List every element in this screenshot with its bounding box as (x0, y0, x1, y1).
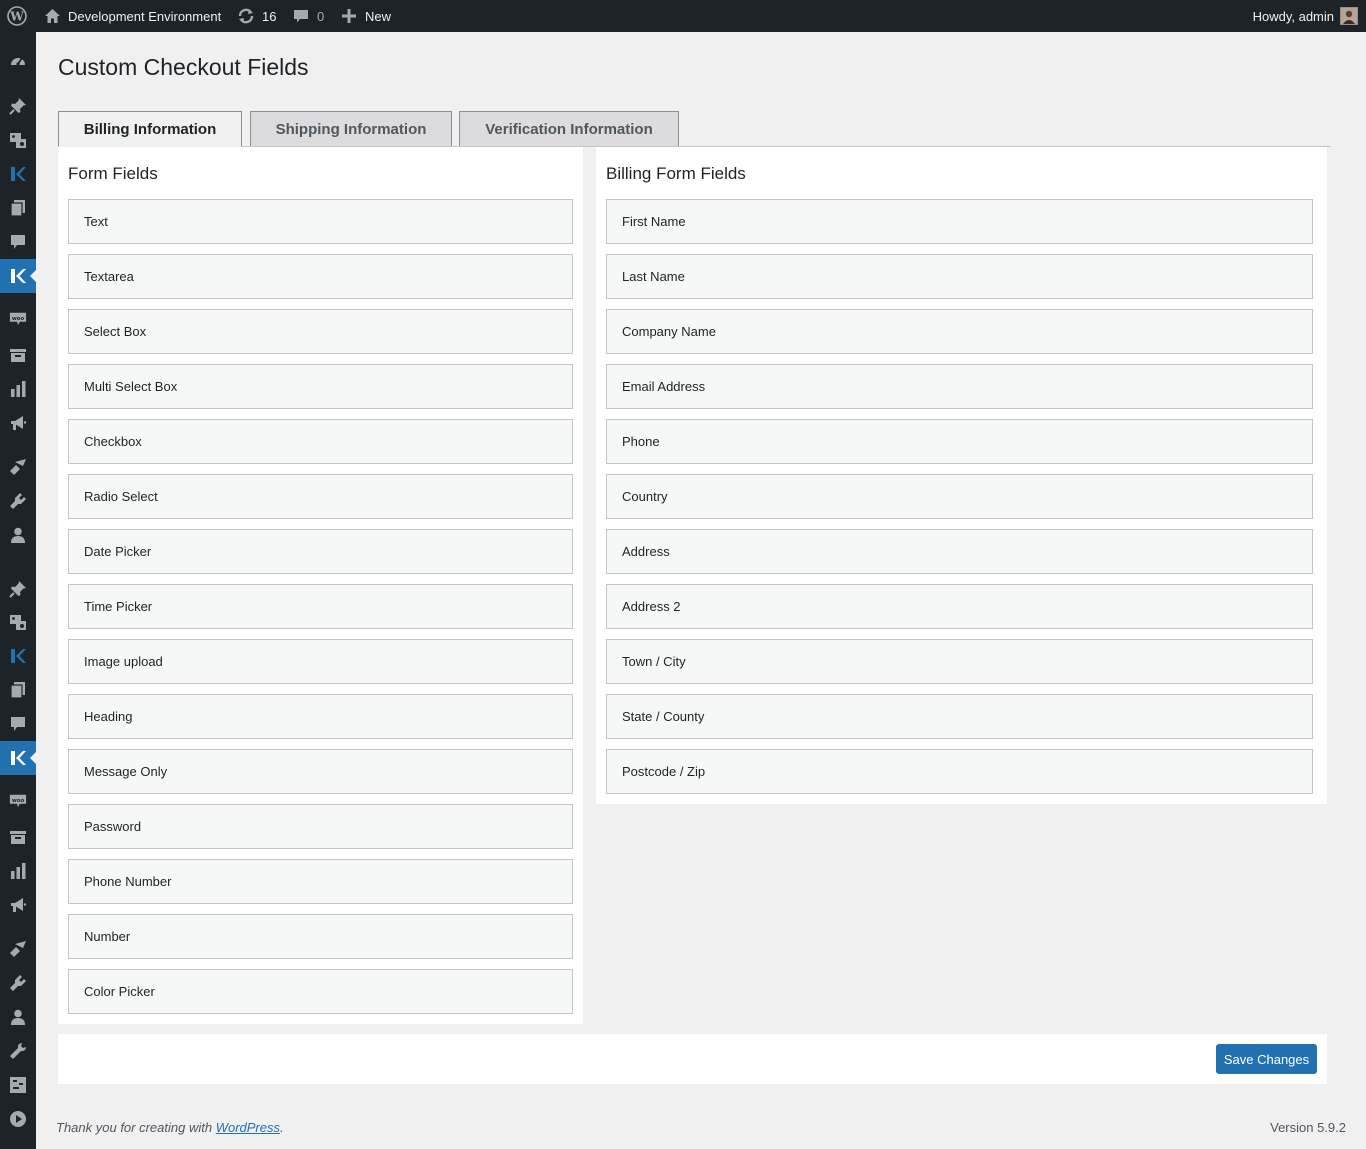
site-name: Development Environment (68, 8, 222, 24)
field-type-checkbox[interactable]: Checkbox (68, 419, 573, 464)
plugins-icon[interactable] (0, 484, 36, 518)
plugin-k-icon[interactable] (0, 259, 36, 293)
field-type-text[interactable]: Text (68, 199, 573, 244)
settings-icon[interactable] (0, 1068, 36, 1102)
plus-icon (342, 9, 356, 23)
analytics-icon[interactable] (0, 372, 36, 406)
admin-side-menu: woo woo (0, 32, 36, 1149)
users-icon[interactable] (0, 518, 36, 552)
footer-thanks-prefix: Thank you for creating with (56, 1120, 216, 1135)
field-type-date-picker[interactable]: Date Picker (68, 529, 573, 574)
field-type-message-only[interactable]: Message Only (68, 749, 573, 794)
field-type-textarea[interactable]: Textarea (68, 254, 573, 299)
form-fields-panel: Form Fields Text Textarea Select Box Mul… (58, 147, 583, 1024)
field-type-select-box[interactable]: Select Box (68, 309, 573, 354)
save-changes-button[interactable]: Save Changes (1216, 1044, 1317, 1074)
new-label: New (365, 8, 392, 24)
field-type-color-picker[interactable]: Color Picker (68, 969, 573, 1014)
billing-field-address[interactable]: Address (606, 529, 1313, 574)
field-type-password[interactable]: Password (68, 804, 573, 849)
field-type-heading[interactable]: Heading (68, 694, 573, 739)
field-type-radio-select[interactable]: Radio Select (68, 474, 573, 519)
analytics-icon[interactable] (0, 854, 36, 888)
field-type-image-upload[interactable]: Image upload (68, 639, 573, 684)
new-content-link[interactable]: New (342, 0, 391, 32)
comments-count: 0 (317, 8, 325, 24)
greeting: Howdy, admin (1252, 8, 1334, 24)
pages-icon[interactable] (0, 673, 36, 707)
comments-link[interactable]: 0 (293, 0, 324, 32)
wordpress-link[interactable]: WordPress (216, 1120, 280, 1135)
billing-field-address-2[interactable]: Address 2 (606, 584, 1313, 629)
form-fields-title: Form Fields (68, 164, 158, 183)
admin-bar: W Development Environment 16 0 New Howdy… (0, 0, 1366, 32)
woo-icon[interactable]: woo (0, 302, 36, 336)
field-type-multi-select-box[interactable]: Multi Select Box (68, 364, 573, 409)
comments-icon[interactable] (0, 225, 36, 259)
plugin-k-icon[interactable] (0, 639, 36, 673)
footer-thanks-suffix: . (280, 1120, 284, 1135)
comment-bubble-icon (294, 10, 308, 23)
pin-icon[interactable] (0, 89, 36, 123)
updates-count: 16 (262, 8, 277, 24)
wordpress-logo-icon[interactable]: W (7, 0, 27, 32)
svg-text:woo: woo (12, 798, 25, 804)
field-type-time-picker[interactable]: Time Picker (68, 584, 573, 629)
billing-field-country[interactable]: Country (606, 474, 1313, 519)
pages-icon[interactable] (0, 191, 36, 225)
users-icon[interactable] (0, 1000, 36, 1034)
billing-field-first-name[interactable]: First Name (606, 199, 1313, 244)
media-icon[interactable] (0, 123, 36, 157)
billing-form-fields-title: Billing Form Fields (606, 164, 746, 183)
tools-icon[interactable] (0, 1034, 36, 1068)
woo-icon[interactable]: woo (0, 784, 36, 818)
billing-field-town-city[interactable]: Town / City (606, 639, 1313, 684)
billing-field-last-name[interactable]: Last Name (606, 254, 1313, 299)
site-name-link[interactable]: Development Environment (44, 0, 221, 32)
billing-form-fields-panel: Billing Form Fields First Name Last Name… (596, 147, 1327, 804)
plugin-k-icon[interactable] (0, 741, 36, 775)
plugins-icon[interactable] (0, 966, 36, 1000)
field-type-number[interactable]: Number (68, 914, 573, 959)
footer-version: Version 5.9.2 (1270, 1120, 1346, 1135)
dashboard-icon[interactable] (0, 44, 36, 78)
billing-field-postcode-zip[interactable]: Postcode / Zip (606, 749, 1313, 794)
tab-shipping-information[interactable]: Shipping Information (250, 111, 452, 147)
billing-field-state-county[interactable]: State / County (606, 694, 1313, 739)
billing-field-email-address[interactable]: Email Address (606, 364, 1313, 409)
billing-field-company-name[interactable]: Company Name (606, 309, 1313, 354)
footer-thanks: Thank you for creating with WordPress. (56, 1120, 284, 1135)
plugin-k-icon[interactable] (0, 157, 36, 191)
avatar[interactable] (1340, 7, 1358, 25)
tab-billing-information[interactable]: Billing Information (58, 111, 242, 147)
products-icon[interactable] (0, 338, 36, 372)
products-icon[interactable] (0, 820, 36, 854)
updates-link[interactable]: 16 (237, 0, 276, 32)
media-icon[interactable] (0, 605, 36, 639)
marketing-icon[interactable] (0, 888, 36, 922)
tab-verification-information[interactable]: Verification Information (459, 111, 679, 147)
svg-text:woo: woo (12, 316, 25, 322)
svg-text:W: W (9, 10, 24, 24)
appearance-icon[interactable] (0, 450, 36, 484)
my-account-link[interactable]: Howdy, admin (1253, 0, 1334, 32)
home-icon (45, 9, 60, 23)
save-bar: Save Changes (58, 1034, 1327, 1084)
appearance-icon[interactable] (0, 932, 36, 966)
marketing-icon[interactable] (0, 406, 36, 440)
billing-field-phone[interactable]: Phone (606, 419, 1313, 464)
page-title: Custom Checkout Fields (58, 54, 309, 80)
pin-icon[interactable] (0, 572, 36, 606)
field-type-phone-number[interactable]: Phone Number (68, 859, 573, 904)
updates-icon (238, 8, 254, 24)
comments-icon[interactable] (0, 707, 36, 741)
play-icon[interactable] (0, 1102, 36, 1136)
